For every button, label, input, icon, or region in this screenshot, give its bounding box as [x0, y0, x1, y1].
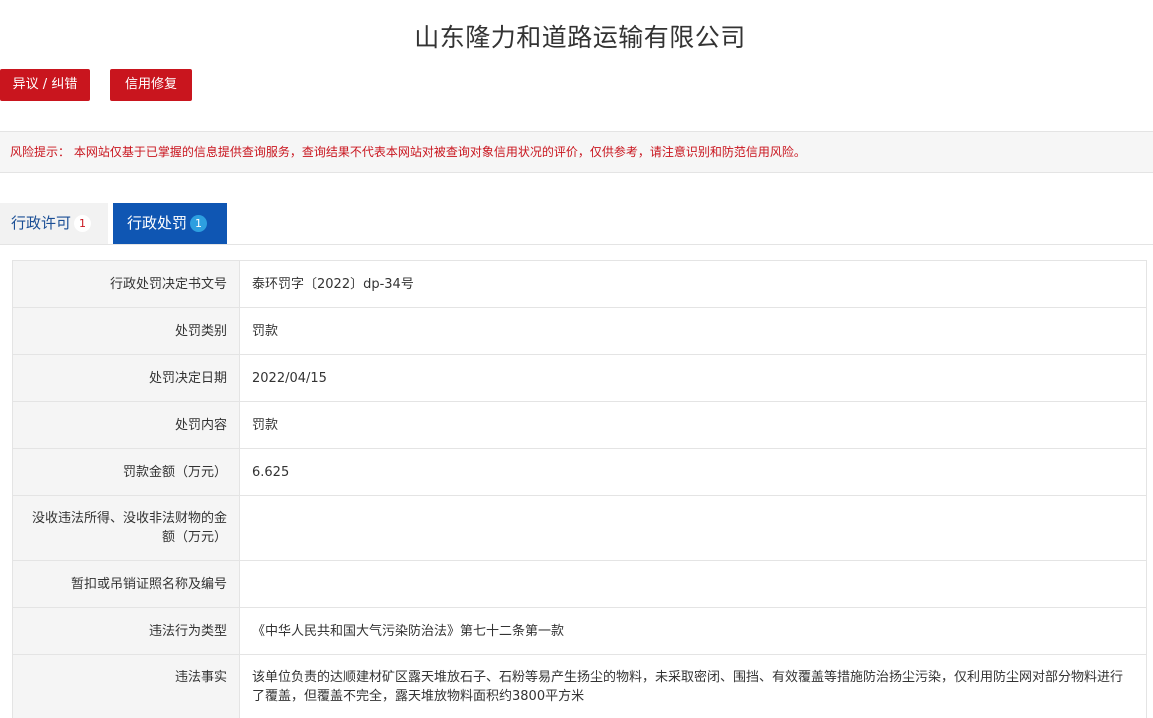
tab-administrative-penalty-count-badge: 1 — [190, 215, 208, 232]
confiscation-amount-value — [239, 495, 1147, 561]
violation-facts-label: 违法事实 — [12, 654, 240, 718]
fine-amount-value: 6.625 — [239, 448, 1147, 496]
license-suspension-value — [239, 560, 1147, 608]
risk-notice-prefix: 风险提示： — [10, 145, 71, 159]
risk-notice-text: 本网站仅基于已掌握的信息提供查询服务，查询结果不代表本网站对被查询对象信用状况的… — [73, 145, 806, 159]
tab-administrative-penalty[interactable]: 行政处罚 1 — [113, 203, 227, 244]
table-row: 罚款金额（万元） 6.625 — [12, 448, 1147, 496]
penalty-category-value: 罚款 — [239, 307, 1147, 355]
violation-type-value: 《中华人民共和国大气污染防治法》第七十二条第一款 — [239, 607, 1147, 655]
confiscation-amount-label: 没收违法所得、没收非法财物的金额（万元） — [12, 495, 240, 561]
decision-number-value: 泰环罚字〔2022〕dp-34号 — [239, 260, 1147, 308]
penalty-content-value: 罚款 — [239, 401, 1147, 449]
credit-repair-button[interactable]: 信用修复 — [110, 69, 192, 101]
table-row: 暂扣或吊销证照名称及编号 — [12, 560, 1147, 608]
tab-administrative-license[interactable]: 行政许可 1 — [0, 203, 108, 244]
table-row: 没收违法所得、没收非法财物的金额（万元） — [12, 495, 1147, 561]
decision-date-value: 2022/04/15 — [239, 354, 1147, 402]
table-row: 处罚类别 罚款 — [12, 307, 1147, 355]
fine-amount-label: 罚款金额（万元） — [12, 448, 240, 496]
objection-correction-button[interactable]: 异议 / 纠错 — [0, 69, 90, 101]
tab-administrative-license-label: 行政许可 — [11, 214, 72, 232]
decision-date-label: 处罚决定日期 — [12, 354, 240, 402]
table-row: 行政处罚决定书文号 泰环罚字〔2022〕dp-34号 — [12, 260, 1147, 308]
risk-notice: 风险提示： 本网站仅基于已掌握的信息提供查询服务，查询结果不代表本网站对被查询对… — [0, 131, 1153, 173]
credit-record-page: 山东隆力和道路运输有限公司 异议 / 纠错 信用修复 风险提示： 本网站仅基于已… — [0, 0, 1153, 718]
company-name-title: 山东隆力和道路运输有限公司 — [414, 23, 746, 52]
tab-administrative-penalty-label: 行政处罚 — [127, 214, 188, 232]
decision-number-label: 行政处罚决定书文号 — [12, 260, 240, 308]
penalty-content-label: 处罚内容 — [12, 401, 240, 449]
table-row: 违法事实 该单位负责的达顺建材矿区露天堆放石子、石粉等易产生扬尘的物料，未采取密… — [12, 654, 1147, 718]
violation-type-label: 违法行为类型 — [12, 607, 240, 655]
license-suspension-label: 暂扣或吊销证照名称及编号 — [12, 560, 240, 608]
penalty-detail-table: 行政处罚决定书文号 泰环罚字〔2022〕dp-34号 处罚类别 罚款 处罚决定日… — [12, 260, 1147, 718]
table-row: 处罚决定日期 2022/04/15 — [12, 354, 1147, 402]
tab-administrative-license-count-badge: 1 — [74, 215, 92, 232]
penalty-category-label: 处罚类别 — [12, 307, 240, 355]
record-tabs: 行政许可 1 行政处罚 1 — [0, 203, 1153, 245]
table-row: 处罚内容 罚款 — [12, 401, 1147, 449]
violation-facts-value: 该单位负责的达顺建材矿区露天堆放石子、石粉等易产生扬尘的物料，未采取密闭、围挡、… — [239, 654, 1147, 718]
table-row: 违法行为类型 《中华人民共和国大气污染防治法》第七十二条第一款 — [12, 607, 1147, 655]
